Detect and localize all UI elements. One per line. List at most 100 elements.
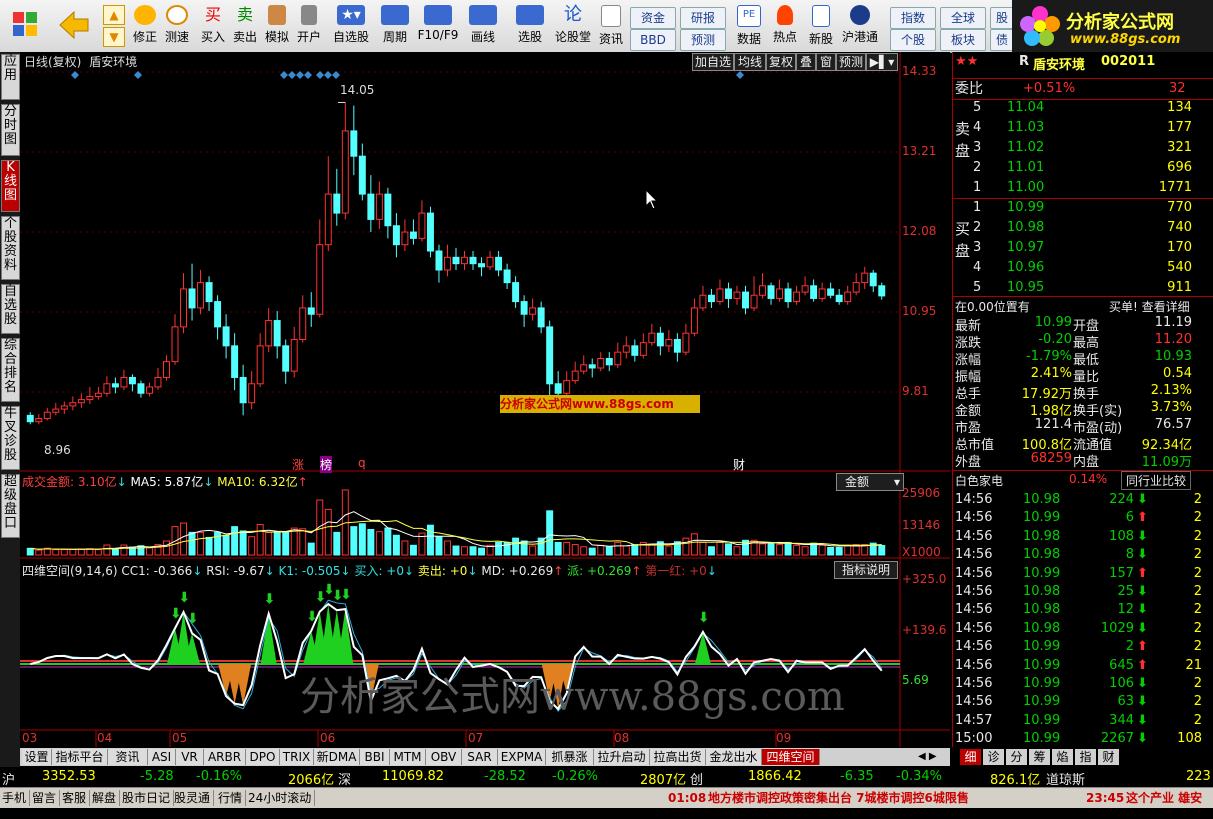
indicator-tab[interactable]: ASI	[148, 749, 176, 765]
research-button[interactable]: 研报	[680, 7, 726, 29]
candle-body[interactable]	[563, 380, 571, 394]
candle-body[interactable]	[503, 269, 511, 284]
indicator-tab[interactable]: 四维空间	[762, 749, 820, 765]
toolbar-btn-2[interactable]: 买 买入	[198, 3, 228, 49]
indicator-tab[interactable]: OBV	[426, 749, 462, 765]
candle-body[interactable]	[333, 193, 341, 214]
adjust-button[interactable]: 复权	[766, 53, 796, 71]
candle-body[interactable]	[111, 383, 119, 388]
quote-tab[interactable]: 分	[1006, 749, 1027, 765]
candle-body[interactable]	[622, 345, 630, 353]
left-tab-apps[interactable]: 应用	[1, 54, 20, 100]
candle-body[interactable]	[273, 320, 281, 347]
left-tab-diagnosis[interactable]: 牛叉诊股	[1, 406, 20, 470]
right-arrow-icon[interactable]: ▶	[929, 751, 937, 762]
candle-body[interactable]	[605, 357, 613, 366]
toolbar-btn-6[interactable]: ★▾ 自选股	[330, 3, 372, 49]
candle-body[interactable]	[435, 250, 443, 271]
news1-text[interactable]: 地方楼市调控政策密集出台 7城楼市调控6城限售	[708, 790, 969, 806]
buy-level-row[interactable]: 4 10.96 540	[953, 260, 1213, 278]
quote-tab[interactable]: 指	[1075, 749, 1096, 765]
candle-body[interactable]	[60, 405, 68, 410]
candle-body[interactable]	[656, 332, 664, 347]
candle-body[interactable]	[120, 376, 128, 388]
up-arrow-icon[interactable]: ▲	[103, 5, 125, 25]
candle-body[interactable]	[478, 263, 486, 268]
candle-body[interactable]	[77, 399, 85, 404]
candle-body[interactable]	[690, 307, 698, 334]
indicator-help-button[interactable]: 指标说明	[834, 561, 898, 579]
toolbar-btn-5[interactable]: 开户	[294, 3, 324, 49]
candle-body[interactable]	[529, 307, 537, 315]
quote-tab[interactable]: 焰	[1052, 749, 1073, 765]
candle-body[interactable]	[409, 231, 417, 239]
candle-body[interactable]	[801, 285, 809, 293]
status-item[interactable]: 手机	[2, 790, 31, 806]
candle-body[interactable]	[495, 256, 503, 271]
candle-body[interactable]	[699, 294, 707, 309]
candle-body[interactable]	[52, 408, 60, 413]
toolbar-btn-1[interactable]: 测速	[162, 3, 192, 49]
sz-index[interactable]: 11069.82	[382, 769, 444, 784]
toolbar-btn-4[interactable]: 模拟	[262, 3, 292, 49]
down-arrow-icon[interactable]: ▼	[103, 27, 125, 47]
ma-button[interactable]: 均线	[734, 53, 766, 71]
quote-tab[interactable]: 诊	[983, 749, 1004, 765]
indicator-tab[interactable]: MTM	[390, 749, 426, 765]
candle-body[interactable]	[512, 282, 520, 303]
indicator-tab[interactable]: TRIX	[280, 749, 314, 765]
toolbar-btn-0[interactable]: 修正	[130, 3, 160, 49]
candle-body[interactable]	[171, 326, 179, 363]
bond-button[interactable]: 债	[990, 29, 1014, 51]
candle-body[interactable]	[452, 256, 460, 265]
candle-body[interactable]	[861, 272, 869, 284]
toolbar-btn-13[interactable]: PE 数据	[734, 3, 764, 49]
candle-body[interactable]	[256, 345, 264, 385]
industry-compare-button[interactable]: 同行业比较	[1121, 471, 1192, 490]
candle-body[interactable]	[742, 291, 749, 309]
home-button[interactable]	[8, 3, 42, 49]
candle-body[interactable]	[94, 392, 102, 397]
candle-body[interactable]	[180, 288, 188, 328]
candle-body[interactable]	[486, 256, 494, 268]
candle-body[interactable]	[145, 386, 153, 394]
candle-body[interactable]	[239, 376, 247, 404]
left-tab-level2[interactable]: 超级盘口	[1, 474, 20, 538]
up-down-buttons[interactable]: ▲ ▼	[102, 3, 126, 49]
global-button[interactable]: 全球	[940, 7, 986, 29]
sector-button[interactable]: 板块	[940, 29, 986, 51]
candle-body[interactable]	[784, 288, 792, 303]
toolbar-btn-3[interactable]: 卖 卖出	[230, 3, 260, 49]
candle-body[interactable]	[759, 285, 767, 296]
candle-body[interactable]	[648, 332, 656, 344]
left-tab-ranking[interactable]: 综合排名	[1, 338, 20, 402]
candle-body[interactable]	[401, 231, 409, 246]
left-tab-watchlist[interactable]: 自选股	[1, 284, 20, 334]
candle-body[interactable]	[639, 342, 647, 356]
candle-body[interactable]	[818, 288, 826, 299]
candle-body[interactable]	[222, 326, 230, 347]
candle-body[interactable]	[614, 351, 622, 366]
indicator-tab[interactable]: 指标平台	[52, 749, 108, 765]
candle-body[interactable]	[350, 130, 358, 157]
toolbar-btn-7[interactable]: 周期	[376, 3, 414, 49]
candle-body[interactable]	[214, 301, 222, 328]
status-item[interactable]: 解盘	[92, 790, 121, 806]
candle-body[interactable]	[835, 294, 843, 303]
toolbar-btn-8[interactable]: F10/F9	[416, 3, 460, 49]
candle-body[interactable]	[869, 272, 877, 287]
indicator-tab[interactable]: SAR	[462, 749, 498, 765]
indicator-tab[interactable]: 金龙出水	[706, 749, 762, 765]
indicator-tab[interactable]: ARBR	[204, 749, 246, 765]
candle-body[interactable]	[197, 282, 205, 309]
candle-body[interactable]	[154, 376, 162, 388]
event-marker[interactable]: 榜	[320, 456, 333, 473]
left-tab-profile[interactable]: 个股资料	[1, 216, 20, 280]
status-item[interactable]: 股灵通	[174, 790, 215, 806]
candle-body[interactable]	[418, 212, 426, 239]
candle-body[interactable]	[282, 345, 290, 372]
detail-link[interactable]: 买单! 查看详细	[1109, 298, 1190, 315]
candle-body[interactable]	[265, 320, 273, 347]
event-marker[interactable]: 涨	[292, 456, 304, 473]
candle-body[interactable]	[205, 282, 213, 303]
